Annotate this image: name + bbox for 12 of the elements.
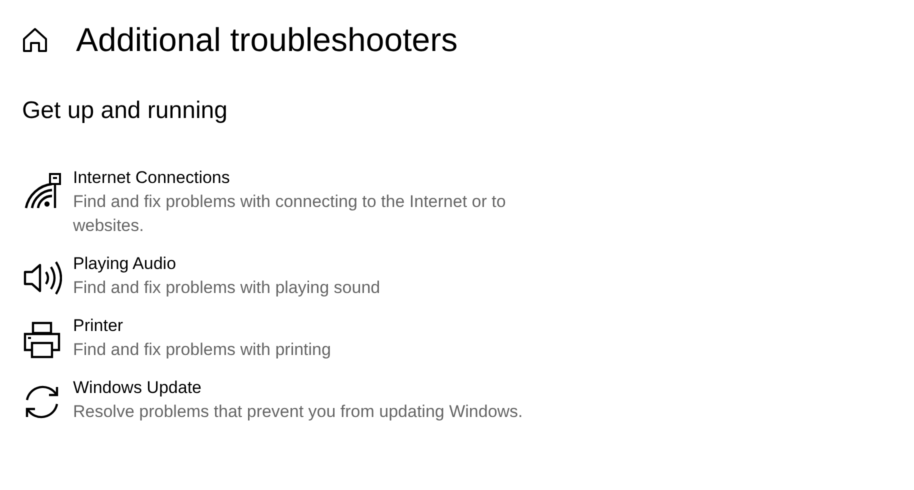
troubleshooter-description: Find and fix problems with playing sound bbox=[73, 277, 382, 299]
printer-icon bbox=[22, 320, 62, 360]
troubleshooter-title[interactable]: Windows Update bbox=[73, 376, 553, 400]
page-title: Additional troubleshooters bbox=[76, 20, 458, 60]
troubleshooter-description: Find and fix problems with connecting to the Internet or to websites. bbox=[73, 191, 507, 237]
troubleshooter-description: Find and fix problems with printing bbox=[73, 339, 332, 361]
troubleshooter-title[interactable]: Internet Connections bbox=[73, 166, 553, 190]
troubleshooter-title[interactable]: Printer bbox=[73, 314, 553, 338]
troubleshooter-description: Resolve problems that prevent you from updating Windows. bbox=[73, 401, 524, 423]
home-icon[interactable] bbox=[22, 27, 48, 53]
troubleshooter-title[interactable]: Playing Audio bbox=[73, 252, 553, 276]
section-heading: Get up and running bbox=[22, 96, 228, 126]
